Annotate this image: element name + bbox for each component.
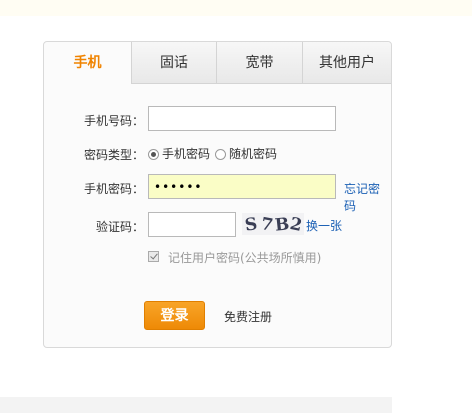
register-link[interactable]: 免费注册	[224, 308, 272, 325]
radio-random-password-label: 随机密码	[229, 147, 278, 161]
login-button[interactable]: 登录	[144, 301, 205, 330]
remember-password-checkbox[interactable]	[148, 251, 159, 262]
radio-checked-icon[interactable]	[148, 149, 159, 160]
tab-other-users[interactable]: 其他用户	[302, 42, 391, 84]
radio-mobile-password[interactable]: 手机密码	[148, 146, 210, 162]
radio-random-password[interactable]: 随机密码	[215, 146, 277, 162]
captcha-char: S	[243, 214, 259, 235]
phone-number-input[interactable]	[148, 106, 336, 131]
tab-broadband[interactable]: 宽带	[216, 42, 302, 84]
radio-mobile-password-label: 手机密码	[162, 147, 211, 161]
captcha-char: 7	[259, 214, 275, 235]
forgot-password-link[interactable]: 忘记密码	[344, 180, 391, 214]
tab-landline[interactable]: 固话	[131, 42, 216, 84]
password-type-label: 密码类型：	[83, 148, 144, 162]
captcha-char: 2	[288, 213, 304, 235]
refresh-captcha-link[interactable]: 换一张	[306, 217, 342, 234]
remember-password-label: 记住用户密码(公共场所慎用)	[168, 251, 322, 265]
captcha-label: 验证码：	[95, 220, 144, 234]
captcha-image[interactable]: S 7 B 2	[242, 213, 304, 235]
login-panel: 手机 固话 宽带 其他用户 手机号码： 密码类型： 手机密码 随机密码 手机密码…	[43, 41, 392, 348]
phone-number-label: 手机号码：	[83, 114, 144, 128]
tab-mobile[interactable]: 手机	[44, 42, 131, 84]
captcha-input[interactable]	[148, 212, 236, 237]
bottom-background-band	[0, 397, 392, 413]
password-input[interactable]	[148, 174, 336, 199]
top-background-band	[0, 0, 472, 16]
password-label: 手机密码：	[83, 182, 144, 196]
radio-unchecked-icon[interactable]	[215, 149, 226, 160]
login-type-tabs: 手机 固话 宽带 其他用户	[44, 42, 391, 84]
